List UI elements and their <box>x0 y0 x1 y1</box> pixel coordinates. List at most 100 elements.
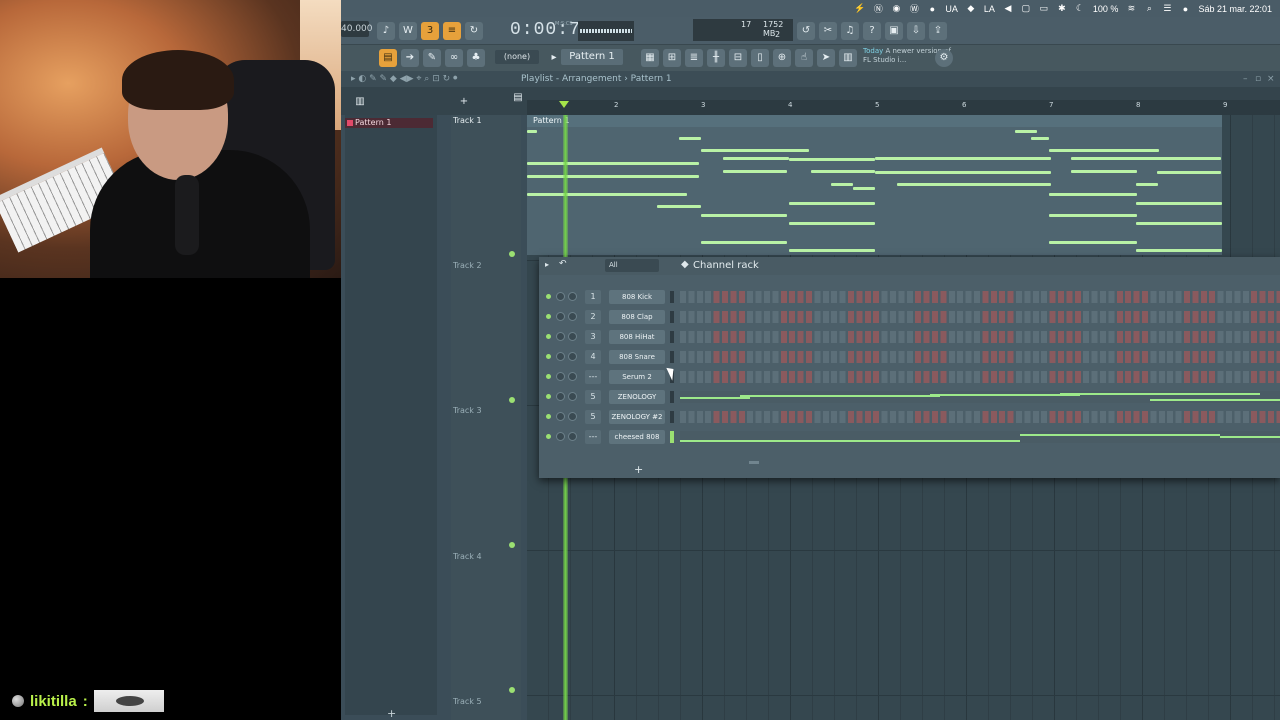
channel-select[interactable] <box>670 311 674 323</box>
wait-icon[interactable]: W <box>399 22 417 40</box>
link-icon[interactable]: ∞ <box>445 49 463 67</box>
maximize-icon[interactable]: ▫ <box>1255 71 1261 87</box>
channel-select[interactable] <box>670 391 674 403</box>
channel-name-button[interactable]: 808 Kick <box>609 290 665 304</box>
send-icon[interactable]: ➤ <box>817 49 835 67</box>
pan-knob-icon[interactable] <box>556 412 565 421</box>
channel-rack-icon[interactable]: ⊞ <box>663 49 681 67</box>
rack-scrollbar[interactable] <box>749 461 759 464</box>
pan-knob-icon[interactable] <box>556 392 565 401</box>
channel-select[interactable] <box>670 351 674 363</box>
moon-icon[interactable]: ☾ <box>1075 3 1085 14</box>
add-pattern-icon[interactable]: + <box>387 707 396 720</box>
channel-name-button[interactable]: ZENOLOGY <box>609 390 665 404</box>
channel-led[interactable] <box>546 334 551 339</box>
pattern-name[interactable]: Pattern 1 <box>561 49 623 65</box>
channel-mixer-track[interactable]: 3 <box>585 330 601 344</box>
track-label[interactable]: Track 2 <box>453 261 482 270</box>
file-icon[interactable]: ▯ <box>751 49 769 67</box>
badge-la[interactable]: LA <box>984 4 995 14</box>
undo-history-icon[interactable]: ↺ <box>797 22 815 40</box>
whatsapp-icon[interactable]: Ⓦ <box>909 2 919 15</box>
arrow-icon[interactable]: ➔ <box>401 49 419 67</box>
bluetooth-icon[interactable]: ✱ <box>1057 3 1067 14</box>
volume-knob-icon[interactable] <box>568 332 577 341</box>
control-center-icon[interactable]: ☰ <box>1162 3 1172 14</box>
close-icon[interactable]: × <box>1267 71 1275 87</box>
step-sequencer[interactable] <box>680 351 1280 363</box>
pattern-clip[interactable] <box>527 115 1222 255</box>
pan-knob-icon[interactable] <box>556 372 565 381</box>
channel-name-button[interactable]: 808 Clap <box>609 310 665 324</box>
spotify-icon[interactable]: ● <box>927 4 937 14</box>
playhead-marker[interactable] <box>559 101 569 108</box>
step-sequencer[interactable] <box>680 311 1280 323</box>
pattern-list-item[interactable]: Pattern 1 <box>345 118 433 128</box>
channel-mixer-track[interactable]: --- <box>585 430 601 444</box>
badge-ua[interactable]: UA <box>945 4 958 14</box>
channel-select[interactable] <box>670 331 674 343</box>
channel-mixer-track[interactable]: 1 <box>585 290 601 304</box>
piano-roll-icon[interactable]: ≣ <box>685 49 703 67</box>
track-label[interactable]: Track 3 <box>453 406 482 415</box>
volume-icon[interactable]: ◀ <box>1003 3 1013 14</box>
loop-record-icon[interactable]: ↻ <box>465 22 483 40</box>
mixer-icon[interactable]: ▦ <box>641 49 659 67</box>
display-icon[interactable]: ▭ <box>1039 3 1049 14</box>
add-track-icon[interactable]: + <box>455 93 473 111</box>
channel-row[interactable]: 3 808 HiHat <box>539 328 1280 346</box>
track-label[interactable]: Track 1 <box>453 116 482 125</box>
browser-icon[interactable]: ⊟ <box>729 49 747 67</box>
help-icon[interactable]: ? <box>863 22 881 40</box>
step-sequencer[interactable] <box>680 411 1280 423</box>
volume-knob-icon[interactable] <box>568 372 577 381</box>
search-icon[interactable]: ⌕ <box>1144 3 1154 14</box>
mic-icon[interactable]: ♫ <box>841 22 859 40</box>
channel-row[interactable]: 1 808 Kick <box>539 288 1280 306</box>
download-icon[interactable]: ⇩ <box>907 22 925 40</box>
snap-icon[interactable]: ▤ <box>509 89 527 107</box>
channel-row[interactable]: --- cheesed 808 <box>539 428 1280 446</box>
pan-knob-icon[interactable] <box>556 312 565 321</box>
channel-mixer-track[interactable]: 5 <box>585 390 601 404</box>
channel-led[interactable] <box>546 414 551 419</box>
volume-knob-icon[interactable] <box>568 312 577 321</box>
volume-knob-icon[interactable] <box>568 432 577 441</box>
siri-icon[interactable]: ● <box>1180 4 1190 14</box>
battery-text[interactable]: 100 % <box>1093 4 1119 14</box>
channel-led[interactable] <box>546 314 551 319</box>
datetime[interactable]: Sáb 21 mar. 22:01 <box>1198 4 1272 14</box>
channel-mixer-track[interactable]: 5 <box>585 410 601 424</box>
countdown-icon[interactable]: 3 <box>421 22 439 40</box>
track-led[interactable] <box>509 251 515 257</box>
wifi-icon[interactable]: ≋ <box>1126 3 1136 14</box>
tempo-display[interactable]: 40.000 <box>341 21 373 37</box>
track-led[interactable] <box>509 542 515 548</box>
n-icon[interactable]: Ⓝ <box>873 2 883 15</box>
add-channel-icon[interactable]: + <box>634 463 643 476</box>
playlist-tool-icons[interactable]: ▸ ◐ ✎ ✎ ◆ ◀▶ ⌖ ⌕ ⊡ ↻ ⏺ <box>351 71 458 87</box>
plugin-icon[interactable]: ⊕ <box>773 49 791 67</box>
timeline-ruler[interactable]: 2 3 4 5 6 7 8 9 <box>527 100 1280 115</box>
track-label[interactable]: Track 5 <box>453 697 482 706</box>
channel-name-button[interactable]: 808 HiHat <box>609 330 665 344</box>
piano-roll-preview[interactable] <box>680 391 1280 403</box>
channel-led[interactable] <box>546 294 551 299</box>
gear-icon[interactable]: ⚙ <box>935 49 953 67</box>
stamp-icon[interactable]: ♣ <box>467 49 485 67</box>
bolt-icon[interactable]: ⚡ <box>854 3 865 14</box>
channel-led[interactable] <box>546 374 551 379</box>
track-label[interactable]: Track 4 <box>453 552 482 561</box>
cut-icon[interactable]: ✂ <box>819 22 837 40</box>
channel-led[interactable] <box>546 354 551 359</box>
channel-select[interactable] <box>670 431 674 443</box>
pan-knob-icon[interactable] <box>556 292 565 301</box>
channel-row[interactable]: 5 ZENOLOGY <box>539 388 1280 406</box>
pattern-selector[interactable]: (none) <box>495 50 539 64</box>
pencil-icon[interactable]: ✎ <box>423 49 441 67</box>
channel-name-button[interactable]: cheesed 808 <box>609 430 665 444</box>
channel-name-button[interactable]: ZENOLOGY #2 <box>609 410 665 424</box>
window-icon[interactable]: ▢ <box>1021 3 1031 14</box>
piano-icon[interactable]: ▥ <box>351 93 369 111</box>
step-sequencer[interactable] <box>680 331 1280 343</box>
